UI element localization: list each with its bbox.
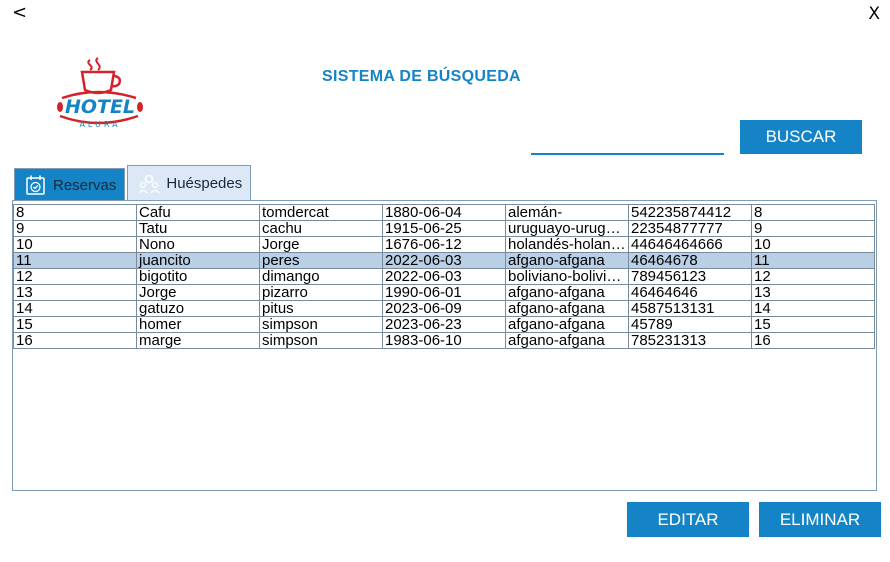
tab-bar: Reservas Huéspedes	[14, 165, 253, 201]
table-cell[interactable]: 1983-06-10	[382, 332, 506, 349]
tab-huespedes[interactable]: Huéspedes	[127, 165, 252, 201]
table-cell[interactable]: 12	[751, 268, 875, 285]
table-cell[interactable]: bigotito	[136, 268, 260, 285]
table-cell[interactable]: cachu	[259, 220, 383, 237]
table-cell[interactable]: 14	[751, 300, 875, 317]
table-cell[interactable]: 12	[13, 268, 137, 285]
table-cell[interactable]: Tatu	[136, 220, 260, 237]
tab-huespedes-label: Huéspedes	[166, 175, 243, 192]
table-cell[interactable]: simpson	[259, 316, 383, 333]
close-button[interactable]: X	[868, 4, 880, 24]
table-cell[interactable]: 8	[13, 204, 137, 221]
table-row[interactable]: 11 juancito peres 2022-06-03 afgano-afgana 46…	[13, 252, 875, 269]
table-cell[interactable]: afgano-afgana	[505, 252, 629, 269]
table-cell[interactable]: afgano-afgana	[505, 300, 629, 317]
table-cell[interactable]: juancito	[136, 252, 260, 269]
table-cell[interactable]: pizarro	[259, 284, 383, 301]
table-row[interactable]: 15 homer simpson 2023-06-23 afgano-afgana 457…	[13, 316, 875, 333]
table-cell[interactable]: 13	[751, 284, 875, 301]
coffee-cup-icon: HOTEL ALURA	[57, 57, 143, 129]
table-cell[interactable]: dimango	[259, 268, 383, 285]
table-cell[interactable]: 45789	[628, 316, 752, 333]
table-cell[interactable]: 15	[751, 316, 875, 333]
search-button[interactable]: BUSCAR	[740, 120, 862, 154]
tab-reservas[interactable]: Reservas	[14, 168, 126, 201]
table-cell[interactable]: simpson	[259, 332, 383, 349]
table-cell[interactable]: 16	[751, 332, 875, 349]
table-cell[interactable]: 1676-06-12	[382, 236, 506, 253]
table-row[interactable]: 16 marge simpson 1983-06-10 afgano-afgana 785…	[13, 332, 875, 349]
search-input[interactable]	[531, 130, 724, 155]
table-row[interactable]: 10NonoJorge1676-06-12holandés-holandesa4…	[13, 236, 875, 253]
table-cell[interactable]: alemán-	[505, 204, 629, 221]
table-cell[interactable]: gatuzo	[136, 300, 260, 317]
table-cell[interactable]: 785231313	[628, 332, 752, 349]
table-cell[interactable]: 789456123	[628, 268, 752, 285]
table-cell[interactable]: 46464646	[628, 284, 752, 301]
table-cell[interactable]: 2023-06-23	[382, 316, 506, 333]
table-cell[interactable]: uruguayo-uruguaya	[505, 220, 629, 237]
table-cell[interactable]: 11	[13, 252, 137, 269]
table-cell[interactable]: afgano-afgana	[505, 316, 629, 333]
table-cell[interactable]: 15	[13, 316, 137, 333]
table-cell[interactable]: 13	[13, 284, 137, 301]
table-row[interactable]: 14 gatuzo pitus 2023-06-09 afgano-afgana 4587…	[13, 300, 875, 317]
table-cell[interactable]: 8	[751, 204, 875, 221]
table-cell[interactable]: Cafu	[136, 204, 260, 221]
table-row[interactable]: 13 Jorge pizarro 1990-06-01 afgano-afgana 464…	[13, 284, 875, 301]
table-cell[interactable]: 10	[751, 236, 875, 253]
table-cell[interactable]: 46464678	[628, 252, 752, 269]
table-cell[interactable]: 2022-06-03	[382, 252, 506, 269]
table-cell[interactable]: 9	[751, 220, 875, 237]
table-cell[interactable]: 9	[13, 220, 137, 237]
table-cell[interactable]: holandés-holandesa	[505, 236, 629, 253]
delete-button[interactable]: ELIMINAR	[759, 502, 881, 537]
table-cell[interactable]: Jorge	[259, 236, 383, 253]
table-cell[interactable]: marge	[136, 332, 260, 349]
table-cell[interactable]: 16	[13, 332, 137, 349]
back-button[interactable]: <	[12, 2, 27, 23]
table-cell[interactable]: 542235874412	[628, 204, 752, 221]
table-cell[interactable]: pitus	[259, 300, 383, 317]
calendar-check-icon	[26, 175, 45, 195]
table-row[interactable]: 8 Cafu tomdercat 1880-06-04 alemán- 542235874…	[13, 204, 875, 221]
tab-reservas-label: Reservas	[53, 176, 117, 194]
table-cell[interactable]: 4587513131	[628, 300, 752, 317]
page-title: SISTEMA DE BÚSQUEDA	[322, 68, 521, 85]
svg-text:HOTEL: HOTEL	[65, 96, 135, 118]
hotel-alura-logo: HOTEL ALURA	[56, 56, 144, 132]
table-cell[interactable]: Jorge	[136, 284, 260, 301]
table-cell[interactable]: afgano-afgana	[505, 332, 629, 349]
table-cell[interactable]: afgano-afgana	[505, 284, 629, 301]
svg-text:ALURA: ALURA	[79, 120, 120, 129]
table-row[interactable]: 12 bigotito dimango 2022-06-03 boliviano-bol…	[13, 268, 875, 285]
table-cell[interactable]: boliviano-boliviana	[505, 268, 629, 285]
table-cell[interactable]: 22354877777	[628, 220, 752, 237]
table-cell[interactable]: 44646464666	[628, 236, 752, 253]
table-cell[interactable]: 14	[13, 300, 137, 317]
table-cell[interactable]: homer	[136, 316, 260, 333]
table-cell[interactable]: 10	[13, 236, 137, 253]
edit-button[interactable]: EDITAR	[627, 502, 749, 537]
table-cell[interactable]: 2023-06-09	[382, 300, 506, 317]
guests-table: 8 Cafu tomdercat 1880-06-04 alemán- 542235874…	[13, 204, 875, 349]
table-cell[interactable]: 2022-06-03	[382, 268, 506, 285]
people-search-icon	[138, 174, 160, 193]
table-cell[interactable]: 1880-06-04	[382, 204, 506, 221]
table-cell[interactable]: peres	[259, 252, 383, 269]
table-cell[interactable]: 11	[751, 252, 875, 269]
table-cell[interactable]: Nono	[136, 236, 260, 253]
table-cell[interactable]: 1990-06-01	[382, 284, 506, 301]
table-cell[interactable]: tomdercat	[259, 204, 383, 221]
table-cell[interactable]: 1915-06-25	[382, 220, 506, 237]
table-row[interactable]: 9 Tatu cachu 1915-06-25 uruguayo-uruguaya 223…	[13, 220, 875, 237]
guests-table-panel[interactable]: 8 Cafu tomdercat 1880-06-04 alemán- 542235874…	[12, 200, 877, 491]
